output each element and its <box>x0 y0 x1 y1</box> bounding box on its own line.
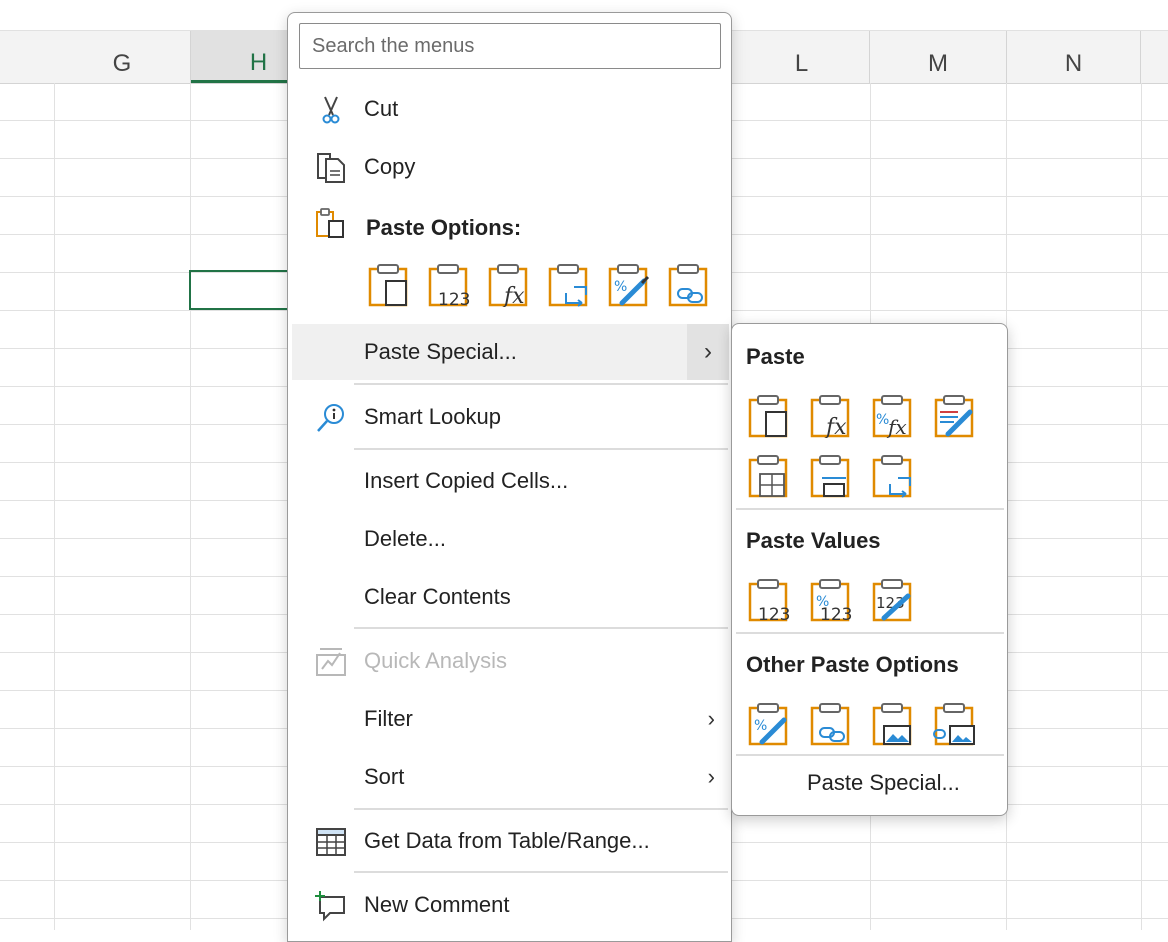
search-menus-input[interactable] <box>299 23 721 69</box>
paste-values-row: 123 % 123 123 <box>746 578 914 622</box>
column-header-l[interactable]: L <box>734 31 870 83</box>
submenu-separator <box>736 754 1004 756</box>
menu-item-delete[interactable]: Delete... <box>292 511 729 567</box>
menu-item-sort[interactable]: Sort › <box>292 749 729 805</box>
paste-icon[interactable] <box>366 263 410 307</box>
menu-item-get-data[interactable]: Get Data from Table/Range... <box>292 813 729 869</box>
paste-transpose-icon[interactable] <box>546 263 590 307</box>
linked-picture-icon[interactable] <box>932 702 976 746</box>
grid-line <box>190 83 191 930</box>
paste-section-header: Paste <box>746 344 805 369</box>
paste-values-header: Paste Values <box>746 528 881 553</box>
paste-formulas-icon[interactable]: fx <box>486 263 530 307</box>
submenu-separator <box>736 632 1004 634</box>
paste-options-header: Paste Options: <box>366 215 522 240</box>
copy-icon <box>317 153 345 183</box>
menu-item-filter[interactable]: Filter › <box>292 691 729 747</box>
svg-text:123: 123 <box>438 290 470 307</box>
menu-item-insert-copied-cells[interactable]: Insert Copied Cells... <box>292 453 729 509</box>
menu-separator <box>354 627 728 629</box>
column-header-g[interactable]: G <box>54 31 191 83</box>
paste-icons-row-1: fx % fx <box>746 394 976 438</box>
table-icon <box>316 828 346 856</box>
quick-analysis-icon <box>316 648 346 676</box>
paste-formulas-number-formatting-icon[interactable]: %fx <box>870 394 914 438</box>
submenu-separator <box>736 508 1004 510</box>
svg-text:fx: fx <box>886 415 907 438</box>
menu-separator <box>354 871 728 873</box>
svg-text:fx: fx <box>502 284 525 307</box>
column-label: M <box>928 50 948 77</box>
column-header-n[interactable]: N <box>1007 31 1141 83</box>
paste-icon[interactable] <box>746 394 790 438</box>
values-icon[interactable]: 123 <box>746 578 790 622</box>
menu-item-copy[interactable]: Copy <box>292 139 729 195</box>
menu-separator <box>354 383 728 385</box>
no-borders-icon[interactable] <box>746 454 790 498</box>
menu-item-label: Quick Analysis <box>364 648 508 673</box>
paste-link-icon[interactable] <box>666 263 710 307</box>
paste-special-link[interactable]: Paste Special... <box>807 770 960 796</box>
column-label: G <box>112 50 132 77</box>
paste-options-row: 123 fx % <box>366 263 710 307</box>
menu-item-clear-contents[interactable]: Clear Contents <box>292 569 729 625</box>
menu-item-label: Insert Copied Cells... <box>364 468 569 493</box>
menu-item-smart-lookup[interactable]: Smart Lookup <box>292 389 729 445</box>
keep-source-formatting-icon[interactable] <box>932 394 976 438</box>
other-paste-options-row: % <box>746 702 976 746</box>
values-source-formatting-icon[interactable]: 123 <box>870 578 914 622</box>
new-comment-icon <box>315 891 345 922</box>
svg-text:123: 123 <box>758 605 790 622</box>
picture-icon[interactable] <box>870 702 914 746</box>
menu-separator <box>354 448 728 450</box>
menu-item-cut[interactable]: Cut <box>292 81 729 137</box>
menu-item-label: Clear Contents <box>364 584 511 609</box>
menu-separator <box>354 808 728 810</box>
svg-text:%: % <box>754 718 767 734</box>
menu-item-label: Filter <box>364 706 413 731</box>
column-label: N <box>1064 50 1083 77</box>
paste-special-submenu: Paste fx % fx Paste Values 123 % 123 123 O… <box>731 323 1008 816</box>
svg-text:fx: fx <box>824 415 847 438</box>
menu-item-label: Delete... <box>364 526 446 551</box>
paste-formulas-icon[interactable]: fx <box>808 394 852 438</box>
paste-icons-row-2 <box>746 454 914 498</box>
other-paste-options-header: Other Paste Options <box>746 652 959 677</box>
menu-item-label: Smart Lookup <box>364 404 501 429</box>
menu-item-paste-special[interactable]: Paste Special... <box>292 324 729 380</box>
paste-link-icon[interactable] <box>808 702 852 746</box>
chevron-right-icon: › <box>707 706 715 731</box>
menu-item-label: Copy <box>364 154 416 179</box>
menu-item-label: New Comment <box>364 892 510 917</box>
column-header-m[interactable]: M <box>870 31 1007 83</box>
transpose-icon[interactable] <box>870 454 914 498</box>
chevron-glyph: › <box>704 338 712 365</box>
scissors-icon <box>322 96 340 124</box>
svg-text:123: 123 <box>820 605 852 622</box>
paste-options-icon <box>316 208 344 238</box>
context-menu: Cut Copy Paste Options: 123 fx % Paste S… <box>287 12 732 942</box>
keep-column-widths-icon[interactable] <box>808 454 852 498</box>
smart-lookup-icon <box>317 404 344 432</box>
chevron-right-icon[interactable]: › <box>687 324 729 380</box>
svg-text:%: % <box>614 279 627 295</box>
menu-item-label: Cut <box>364 96 399 121</box>
values-number-formatting-icon[interactable]: %123 <box>808 578 852 622</box>
menu-item-new-comment[interactable]: New Comment <box>292 877 729 933</box>
grid-line <box>1141 83 1142 930</box>
paste-formatting-icon[interactable]: % <box>606 263 650 307</box>
column-label: L <box>794 50 809 77</box>
column-label: H <box>249 48 268 76</box>
formatting-icon[interactable]: % <box>746 702 790 746</box>
selected-cell[interactable] <box>189 270 299 310</box>
paste-values-icon[interactable]: 123 <box>426 263 470 307</box>
menu-item-label: Sort <box>364 764 405 789</box>
grid-line <box>54 83 55 930</box>
chevron-right-icon: › <box>707 764 715 789</box>
menu-item-label: Get Data from Table/Range... <box>364 828 650 853</box>
menu-item-quick-analysis: Quick Analysis <box>292 633 729 689</box>
menu-item-label: Paste Special... <box>364 339 517 364</box>
